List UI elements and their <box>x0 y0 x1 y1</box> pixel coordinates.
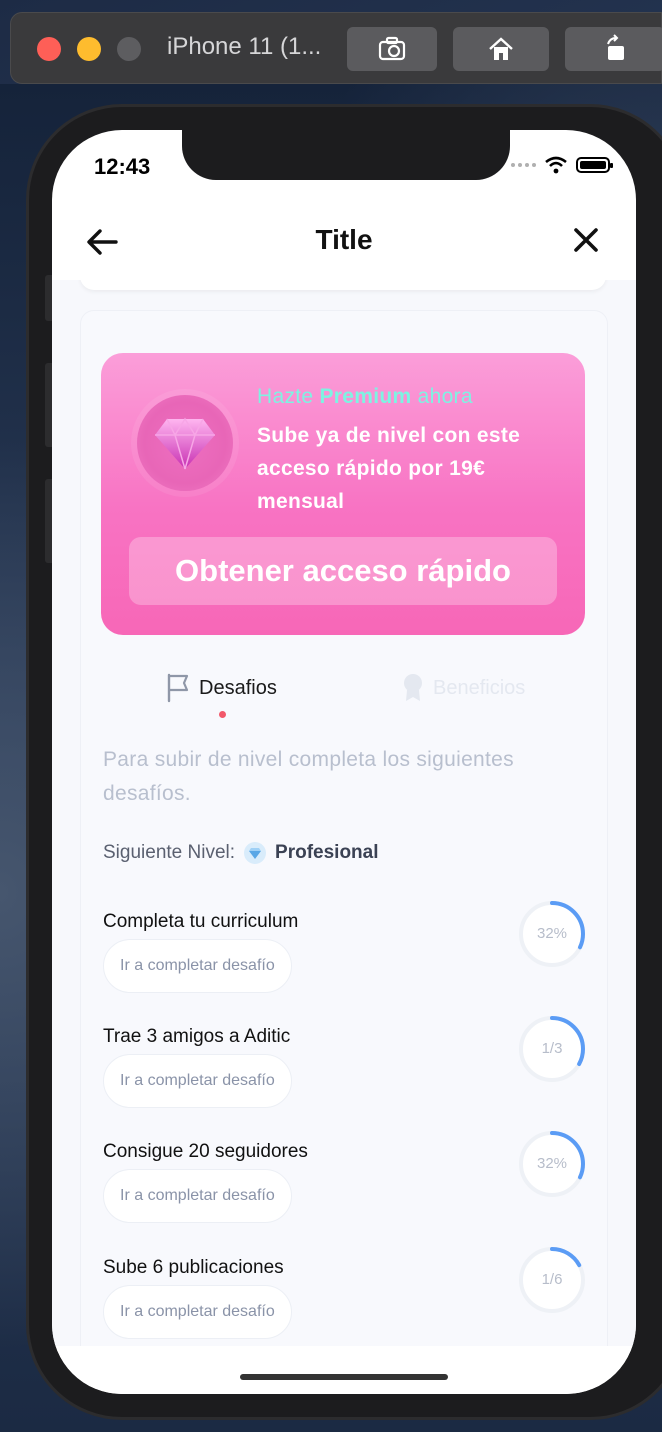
wifi-icon <box>545 156 567 174</box>
flag-icon <box>167 673 189 703</box>
diamond-badge <box>137 395 233 491</box>
home-button[interactable] <box>453 27 549 71</box>
tab-desafios[interactable]: Desafios <box>165 673 277 703</box>
minimize-window-button[interactable] <box>77 37 101 61</box>
premium-banner: Hazte Premium ahora Sube ya de nivel con… <box>101 353 585 635</box>
challenge-item: Consigue 20 seguidores Ir a completar de… <box>103 1131 587 1251</box>
level-icon <box>244 842 267 864</box>
challenge-item: Sube 6 publicaciones Ir a completar desa… <box>103 1247 587 1346</box>
complete-challenge-button[interactable]: Ir a completar desafío <box>103 1054 292 1108</box>
home-indicator[interactable] <box>240 1374 448 1380</box>
complete-challenge-button[interactable]: Ir a completar desafío <box>103 1169 292 1223</box>
diamond-icon <box>155 417 215 470</box>
screenshot-button[interactable] <box>347 27 437 71</box>
close-icon <box>574 228 598 252</box>
promo-headline: Hazte Premium ahora <box>257 385 473 409</box>
challenge-item: Completa tu curriculum Ir a completar de… <box>103 901 587 1021</box>
progress-label: 1/3 <box>541 1040 563 1057</box>
status-icons <box>511 156 613 174</box>
previous-card <box>80 280 606 290</box>
tab-bar: Desafios Beneficios <box>101 673 585 723</box>
status-time: 12:43 <box>94 154 151 179</box>
promo-description: Sube ya de nivel con este acceso rápido … <box>257 424 521 513</box>
intro-text: Para subir de nivel completa los siguien… <box>103 748 514 805</box>
phone-screen: 12:43 Title Hazte Premium ahora Sube ya … <box>52 130 636 1394</box>
scroll-content[interactable]: Hazte Premium ahora Sube ya de nivel con… <box>52 280 636 1346</box>
active-tab-indicator <box>219 711 226 718</box>
screenshot-icon <box>378 36 406 61</box>
home-icon <box>489 37 513 60</box>
get-quick-access-button[interactable]: Obtener acceso rápido <box>129 537 557 605</box>
progress-label: 1/6 <box>541 1271 563 1288</box>
rotate-icon <box>607 34 624 60</box>
nav-bar: Title <box>52 210 636 280</box>
next-level-value: Profesional <box>275 842 379 863</box>
next-level-label: Siguiente Nivel: <box>103 842 236 863</box>
progress-label: 32% <box>536 1155 568 1172</box>
notch <box>182 130 510 180</box>
zoom-window-button[interactable] <box>117 37 141 61</box>
challenge-title: Trae 3 amigos a Aditic <box>103 1026 291 1047</box>
close-window-button[interactable] <box>37 37 61 61</box>
challenge-item: Trae 3 amigos a Aditic Ir a completar de… <box>103 1016 587 1136</box>
bottom-safe-area <box>52 1346 636 1394</box>
simulator-toolbar: iPhone 11 (1... <box>10 12 662 84</box>
page-title: Title <box>315 224 373 255</box>
promo-headline-suffix: ahora <box>417 385 473 408</box>
battery-icon <box>576 157 613 173</box>
close-button[interactable] <box>566 220 606 260</box>
progress-label: 32% <box>536 925 568 942</box>
rotate-button[interactable] <box>565 27 662 71</box>
promo-headline-bold: Premium <box>319 385 412 408</box>
complete-challenge-button[interactable]: Ir a completar desafío <box>103 939 292 993</box>
challenge-title: Consigue 20 seguidores <box>103 1141 308 1162</box>
tab-desafios-label: Desafios <box>199 676 277 699</box>
badge-icon <box>404 674 422 701</box>
challenge-title: Sube 6 publicaciones <box>103 1257 284 1278</box>
next-level: Siguiente Nivel: Profesional <box>103 841 379 865</box>
complete-challenge-button[interactable]: Ir a completar desafío <box>103 1285 292 1339</box>
challenge-title: Completa tu curriculum <box>103 911 299 932</box>
tab-beneficios[interactable]: Beneficios <box>401 673 525 703</box>
signal-icon <box>511 163 536 167</box>
tab-beneficios-label: Beneficios <box>433 676 526 699</box>
level-card: Hazte Premium ahora Sube ya de nivel con… <box>80 310 608 1346</box>
promo-headline-prefix: Hazte <box>257 385 314 408</box>
simulator-title: iPhone 11 (1... <box>167 33 322 60</box>
